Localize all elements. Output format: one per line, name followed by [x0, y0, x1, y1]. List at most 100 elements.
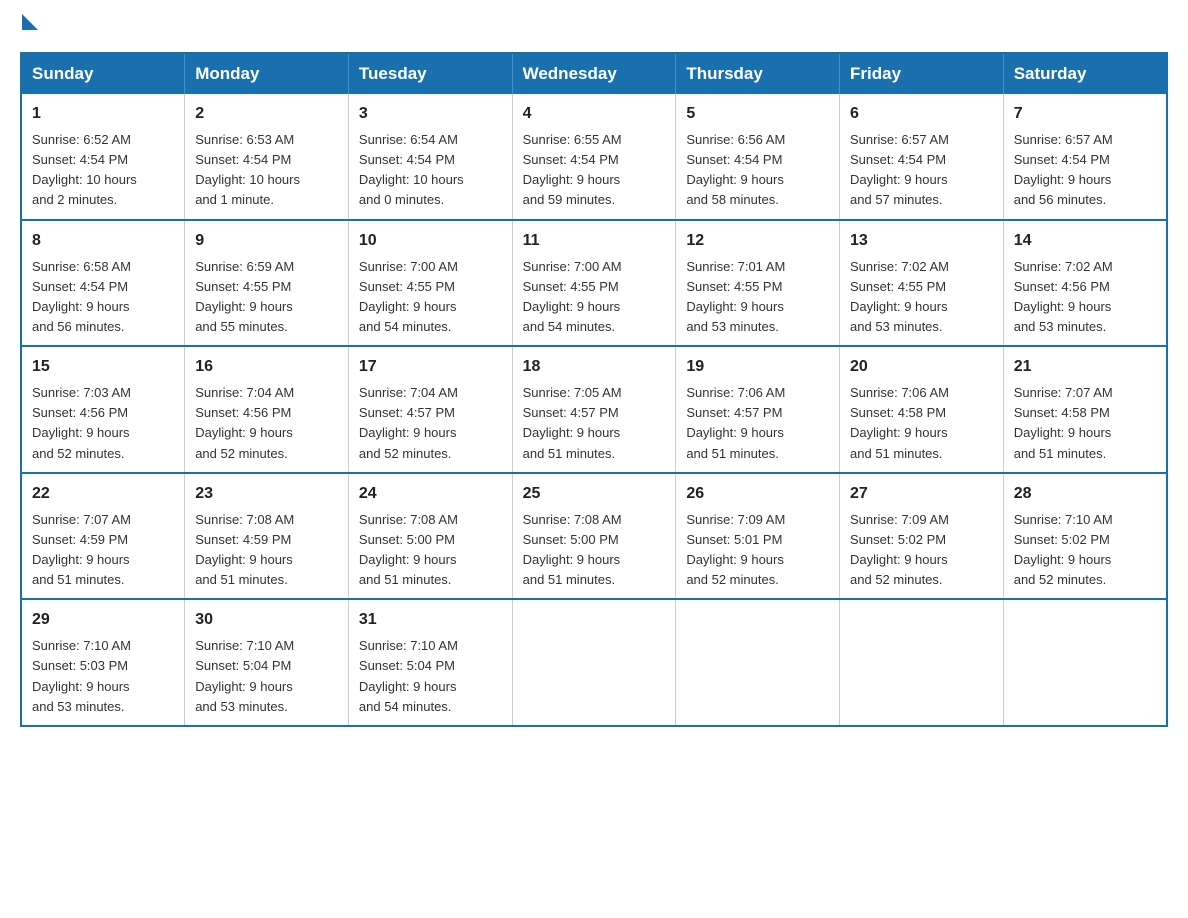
- day-number: 24: [359, 482, 502, 506]
- calendar-cell: 15 Sunrise: 7:03 AMSunset: 4:56 PMDaylig…: [21, 346, 185, 473]
- day-info: Sunrise: 7:10 AMSunset: 5:02 PMDaylight:…: [1014, 512, 1113, 587]
- day-number: 9: [195, 229, 338, 253]
- day-info: Sunrise: 6:52 AMSunset: 4:54 PMDaylight:…: [32, 132, 137, 207]
- day-info: Sunrise: 6:59 AMSunset: 4:55 PMDaylight:…: [195, 259, 294, 334]
- calendar-cell: 16 Sunrise: 7:04 AMSunset: 4:56 PMDaylig…: [185, 346, 349, 473]
- day-number: 14: [1014, 229, 1156, 253]
- calendar-cell: 24 Sunrise: 7:08 AMSunset: 5:00 PMDaylig…: [348, 473, 512, 600]
- calendar-cell: 10 Sunrise: 7:00 AMSunset: 4:55 PMDaylig…: [348, 220, 512, 347]
- calendar-cell: [512, 599, 676, 726]
- calendar-day-header: Friday: [840, 53, 1004, 94]
- calendar-cell: [1003, 599, 1167, 726]
- day-info: Sunrise: 7:08 AMSunset: 4:59 PMDaylight:…: [195, 512, 294, 587]
- day-number: 17: [359, 355, 502, 379]
- logo-arrow-icon: [22, 14, 38, 30]
- day-info: Sunrise: 7:09 AMSunset: 5:01 PMDaylight:…: [686, 512, 785, 587]
- day-info: Sunrise: 7:02 AMSunset: 4:55 PMDaylight:…: [850, 259, 949, 334]
- day-number: 3: [359, 102, 502, 126]
- day-info: Sunrise: 7:01 AMSunset: 4:55 PMDaylight:…: [686, 259, 785, 334]
- day-info: Sunrise: 7:08 AMSunset: 5:00 PMDaylight:…: [523, 512, 622, 587]
- calendar-cell: 1 Sunrise: 6:52 AMSunset: 4:54 PMDayligh…: [21, 94, 185, 220]
- calendar-day-header: Sunday: [21, 53, 185, 94]
- day-info: Sunrise: 7:00 AMSunset: 4:55 PMDaylight:…: [359, 259, 458, 334]
- day-number: 6: [850, 102, 993, 126]
- day-number: 31: [359, 608, 502, 632]
- calendar-cell: 11 Sunrise: 7:00 AMSunset: 4:55 PMDaylig…: [512, 220, 676, 347]
- calendar-cell: 5 Sunrise: 6:56 AMSunset: 4:54 PMDayligh…: [676, 94, 840, 220]
- day-info: Sunrise: 7:08 AMSunset: 5:00 PMDaylight:…: [359, 512, 458, 587]
- logo: [20, 20, 38, 32]
- day-info: Sunrise: 7:09 AMSunset: 5:02 PMDaylight:…: [850, 512, 949, 587]
- calendar-cell: 26 Sunrise: 7:09 AMSunset: 5:01 PMDaylig…: [676, 473, 840, 600]
- page-header: [20, 20, 1168, 32]
- day-info: Sunrise: 7:10 AMSunset: 5:03 PMDaylight:…: [32, 638, 131, 713]
- calendar-cell: 22 Sunrise: 7:07 AMSunset: 4:59 PMDaylig…: [21, 473, 185, 600]
- calendar-cell: 29 Sunrise: 7:10 AMSunset: 5:03 PMDaylig…: [21, 599, 185, 726]
- day-number: 26: [686, 482, 829, 506]
- day-number: 21: [1014, 355, 1156, 379]
- calendar-cell: 13 Sunrise: 7:02 AMSunset: 4:55 PMDaylig…: [840, 220, 1004, 347]
- day-info: Sunrise: 6:55 AMSunset: 4:54 PMDaylight:…: [523, 132, 622, 207]
- day-number: 8: [32, 229, 174, 253]
- day-info: Sunrise: 7:10 AMSunset: 5:04 PMDaylight:…: [359, 638, 458, 713]
- calendar-week-row: 1 Sunrise: 6:52 AMSunset: 4:54 PMDayligh…: [21, 94, 1167, 220]
- calendar-cell: 4 Sunrise: 6:55 AMSunset: 4:54 PMDayligh…: [512, 94, 676, 220]
- calendar-cell: 27 Sunrise: 7:09 AMSunset: 5:02 PMDaylig…: [840, 473, 1004, 600]
- calendar-day-header: Monday: [185, 53, 349, 94]
- calendar-cell: [676, 599, 840, 726]
- day-info: Sunrise: 7:04 AMSunset: 4:56 PMDaylight:…: [195, 385, 294, 460]
- day-info: Sunrise: 7:10 AMSunset: 5:04 PMDaylight:…: [195, 638, 294, 713]
- day-number: 11: [523, 229, 666, 253]
- day-info: Sunrise: 7:05 AMSunset: 4:57 PMDaylight:…: [523, 385, 622, 460]
- day-info: Sunrise: 7:04 AMSunset: 4:57 PMDaylight:…: [359, 385, 458, 460]
- calendar-cell: 25 Sunrise: 7:08 AMSunset: 5:00 PMDaylig…: [512, 473, 676, 600]
- calendar-cell: 14 Sunrise: 7:02 AMSunset: 4:56 PMDaylig…: [1003, 220, 1167, 347]
- calendar-day-header: Thursday: [676, 53, 840, 94]
- day-number: 20: [850, 355, 993, 379]
- day-number: 13: [850, 229, 993, 253]
- day-number: 19: [686, 355, 829, 379]
- calendar-cell: 2 Sunrise: 6:53 AMSunset: 4:54 PMDayligh…: [185, 94, 349, 220]
- calendar-cell: 21 Sunrise: 7:07 AMSunset: 4:58 PMDaylig…: [1003, 346, 1167, 473]
- day-number: 16: [195, 355, 338, 379]
- day-number: 23: [195, 482, 338, 506]
- calendar-cell: 18 Sunrise: 7:05 AMSunset: 4:57 PMDaylig…: [512, 346, 676, 473]
- day-info: Sunrise: 6:54 AMSunset: 4:54 PMDaylight:…: [359, 132, 464, 207]
- calendar-cell: 30 Sunrise: 7:10 AMSunset: 5:04 PMDaylig…: [185, 599, 349, 726]
- day-number: 18: [523, 355, 666, 379]
- day-number: 27: [850, 482, 993, 506]
- day-number: 29: [32, 608, 174, 632]
- calendar-cell: 12 Sunrise: 7:01 AMSunset: 4:55 PMDaylig…: [676, 220, 840, 347]
- day-number: 25: [523, 482, 666, 506]
- calendar-cell: 20 Sunrise: 7:06 AMSunset: 4:58 PMDaylig…: [840, 346, 1004, 473]
- day-info: Sunrise: 7:00 AMSunset: 4:55 PMDaylight:…: [523, 259, 622, 334]
- day-number: 10: [359, 229, 502, 253]
- calendar-day-header: Saturday: [1003, 53, 1167, 94]
- calendar-cell: 28 Sunrise: 7:10 AMSunset: 5:02 PMDaylig…: [1003, 473, 1167, 600]
- calendar-cell: [840, 599, 1004, 726]
- day-info: Sunrise: 7:06 AMSunset: 4:58 PMDaylight:…: [850, 385, 949, 460]
- calendar-day-header: Wednesday: [512, 53, 676, 94]
- day-number: 7: [1014, 102, 1156, 126]
- calendar-week-row: 8 Sunrise: 6:58 AMSunset: 4:54 PMDayligh…: [21, 220, 1167, 347]
- day-number: 28: [1014, 482, 1156, 506]
- calendar-cell: 19 Sunrise: 7:06 AMSunset: 4:57 PMDaylig…: [676, 346, 840, 473]
- day-info: Sunrise: 7:02 AMSunset: 4:56 PMDaylight:…: [1014, 259, 1113, 334]
- day-info: Sunrise: 7:03 AMSunset: 4:56 PMDaylight:…: [32, 385, 131, 460]
- calendar-cell: 23 Sunrise: 7:08 AMSunset: 4:59 PMDaylig…: [185, 473, 349, 600]
- calendar-day-header: Tuesday: [348, 53, 512, 94]
- day-info: Sunrise: 6:57 AMSunset: 4:54 PMDaylight:…: [850, 132, 949, 207]
- calendar-cell: 3 Sunrise: 6:54 AMSunset: 4:54 PMDayligh…: [348, 94, 512, 220]
- calendar-header-row: SundayMondayTuesdayWednesdayThursdayFrid…: [21, 53, 1167, 94]
- calendar-week-row: 15 Sunrise: 7:03 AMSunset: 4:56 PMDaylig…: [21, 346, 1167, 473]
- day-number: 2: [195, 102, 338, 126]
- day-info: Sunrise: 7:07 AMSunset: 4:59 PMDaylight:…: [32, 512, 131, 587]
- calendar-week-row: 22 Sunrise: 7:07 AMSunset: 4:59 PMDaylig…: [21, 473, 1167, 600]
- day-info: Sunrise: 6:57 AMSunset: 4:54 PMDaylight:…: [1014, 132, 1113, 207]
- day-number: 15: [32, 355, 174, 379]
- day-number: 4: [523, 102, 666, 126]
- calendar-cell: 7 Sunrise: 6:57 AMSunset: 4:54 PMDayligh…: [1003, 94, 1167, 220]
- day-number: 5: [686, 102, 829, 126]
- day-number: 30: [195, 608, 338, 632]
- day-number: 12: [686, 229, 829, 253]
